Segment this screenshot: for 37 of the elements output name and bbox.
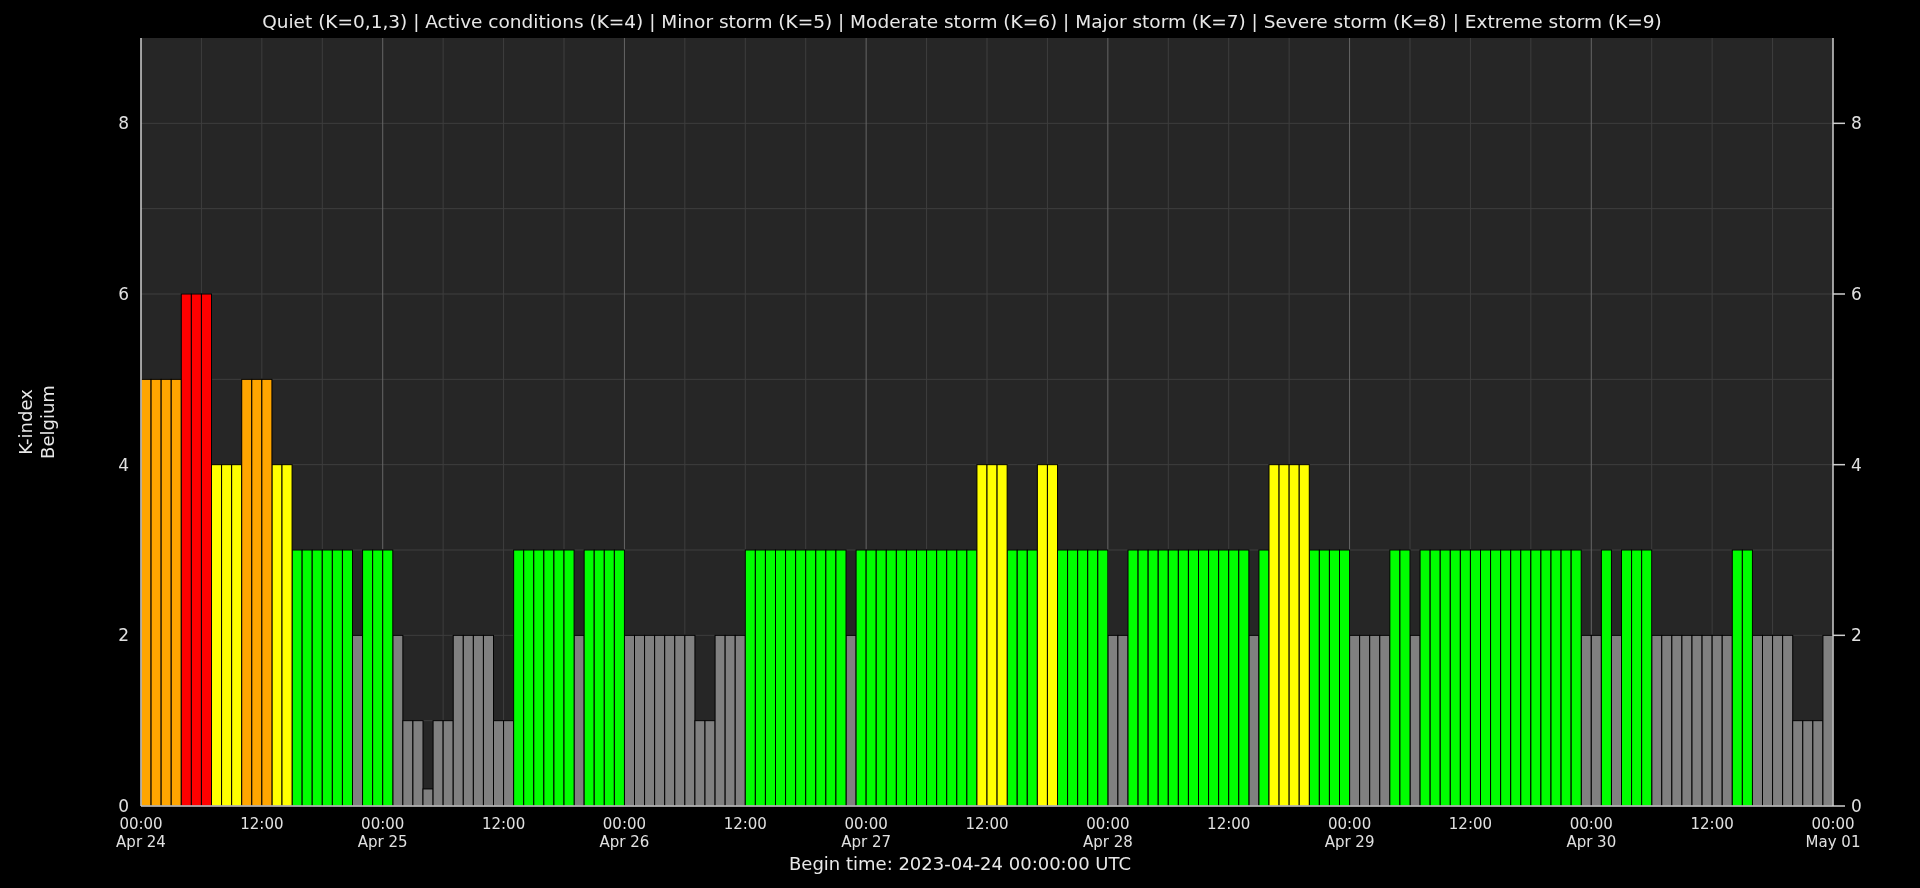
- axis-tick-label: 12:00: [965, 815, 1009, 833]
- axis-tick-label: Apr 28: [1082, 833, 1133, 851]
- axis-label: Begin time: 2023-04-24 00:00:00 UTC: [789, 853, 1131, 874]
- axis-tick-label: Apr 26: [599, 833, 650, 851]
- axis-tick-label: 00:00: [119, 815, 163, 833]
- axis-tick-label: 00:00: [1327, 815, 1372, 833]
- axis-tick-label: 6: [118, 284, 129, 304]
- axis-tick-label: 2: [118, 625, 129, 646]
- axis-tick-label: 00:00: [1811, 815, 1855, 833]
- axis-tick-label: Apr 29: [1324, 833, 1375, 851]
- axis-tick-label: 12:00: [723, 815, 767, 833]
- axis-tick-label: Apr 30: [1566, 833, 1617, 851]
- axis-tick-label: 12:00: [240, 815, 284, 833]
- axis-tick-label: 00:00: [602, 815, 647, 833]
- axis-tick-label: 2: [1851, 625, 1862, 646]
- axis-label: Belgium: [37, 385, 58, 459]
- axis-tick-label: 12:00: [1690, 815, 1734, 833]
- axis-tick-label: May 01: [1805, 833, 1861, 851]
- axis-tick-label: Apr 25: [357, 833, 408, 851]
- chart-title: Quiet (K=0,1,3) | Active conditions (K=4) | Minor storm (K=5) | Moderate storm (K=6) | Major storm (K=7) | Severe storm (K=8) | Extreme storm (K=9): [262, 11, 1662, 32]
- axis-tick-label: Apr 24: [116, 833, 166, 851]
- axis-tick-label: 4: [118, 454, 129, 475]
- axis-tick-label: 8: [1851, 113, 1862, 134]
- axis-label: K-index: [15, 389, 36, 455]
- axis-tick-label: 12:00: [1207, 815, 1251, 833]
- axis-tick-label: 12:00: [1448, 815, 1493, 833]
- axis-tick-label: 00:00: [1086, 815, 1130, 833]
- axis-tick-label: Apr 27: [841, 833, 892, 851]
- axis-tick-label: 6: [1851, 284, 1862, 304]
- axis-tick-label: 00:00: [361, 815, 405, 833]
- axis-tick-label: 00:00: [844, 815, 888, 833]
- axis-tick-label: 4: [1851, 454, 1862, 475]
- axis-tick-label: 0: [1851, 796, 1862, 816]
- axis-tick-label: 12:00: [481, 815, 526, 833]
- axis-tick-label: 8: [118, 113, 129, 134]
- axis-tick-label: 00:00: [1569, 815, 1613, 833]
- axis-tick-label: 0: [118, 796, 129, 816]
